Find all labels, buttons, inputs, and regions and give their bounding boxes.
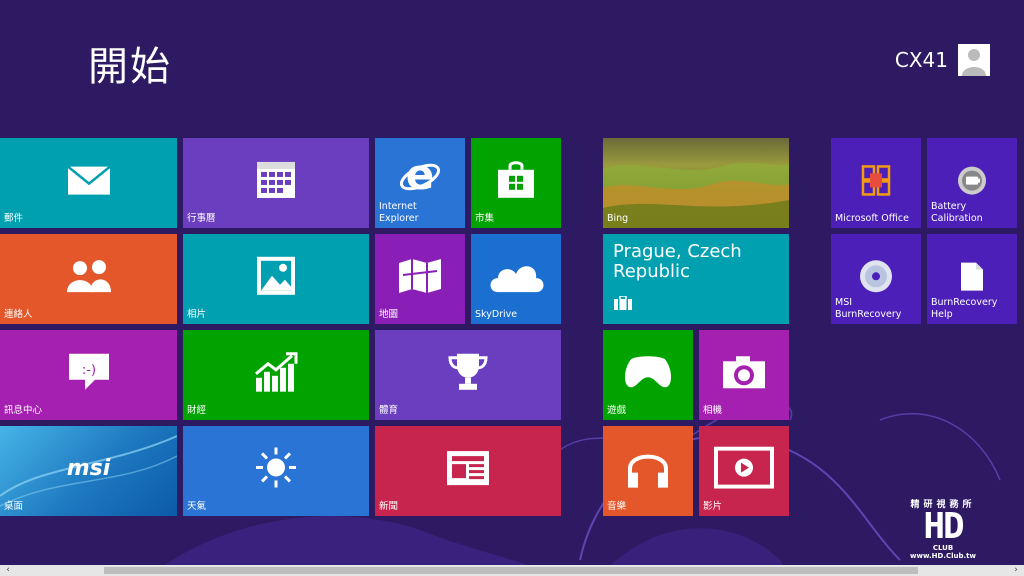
page-title: 開始 — [88, 44, 172, 90]
tile-microsoft-office[interactable]: Microsoft Office — [831, 138, 921, 228]
scroll-left-arrow[interactable]: ‹ — [2, 565, 14, 576]
sun-icon — [254, 445, 298, 489]
watermark-url: www.HD.Club.tw — [910, 552, 976, 560]
tile-news[interactable]: 新聞 — [375, 426, 561, 516]
suitcase-icon — [613, 295, 633, 314]
calendar-icon — [256, 161, 296, 199]
office-icon — [861, 164, 891, 196]
mail-icon — [66, 165, 111, 196]
tile-label: 音樂 — [607, 501, 627, 512]
tile-label: MSI BurnRecovery — [835, 297, 902, 320]
watermark-club: CLUB — [932, 544, 954, 552]
travel-destination: Prague, Czech Republic — [613, 241, 742, 282]
tile-photos[interactable]: 相片 — [183, 234, 369, 324]
tile-skydrive[interactable]: SkyDrive — [471, 234, 561, 324]
tile-label: 影片 — [703, 501, 723, 512]
landscape-image — [603, 162, 789, 228]
tile-label: 天氣 — [187, 501, 207, 512]
scroll-thumb[interactable] — [104, 567, 918, 574]
tile-battery-calibration[interactable]: Battery Calibration — [927, 138, 1017, 228]
messaging-icon: :-) — [67, 352, 111, 392]
tile-internet-explorer[interactable]: e Internet Explorer — [375, 138, 465, 228]
trophy-icon — [447, 352, 489, 392]
tile-label: 連絡人 — [4, 309, 33, 320]
store-bag-icon — [496, 160, 536, 200]
tile-video[interactable]: 影片 — [699, 426, 789, 516]
tile-burnrecovery-help[interactable]: BurnRecovery Help — [927, 234, 1017, 324]
tile-store[interactable]: 市集 — [471, 138, 561, 228]
tile-bing[interactable]: Bing — [603, 138, 789, 228]
scroll-right-arrow[interactable]: › — [1010, 565, 1022, 576]
user-account[interactable]: CX41 — [895, 44, 990, 76]
tile-camera[interactable]: 相機 — [699, 330, 789, 420]
tile-label: 行事曆 — [187, 213, 216, 224]
tile-sports[interactable]: 體育 — [375, 330, 561, 420]
cloud-icon — [486, 258, 546, 294]
msi-logo: msi — [66, 456, 111, 481]
disc-icon — [859, 259, 893, 293]
people-icon — [64, 258, 114, 294]
tile-label: BurnRecovery Help — [931, 297, 998, 320]
horizontal-scrollbar[interactable]: ‹ › — [0, 565, 1024, 576]
tile-msi-burnrecovery[interactable]: MSI BurnRecovery — [831, 234, 921, 324]
tile-label: SkyDrive — [475, 309, 518, 320]
watermark-hd: HD — [923, 506, 964, 547]
headphones-icon — [626, 447, 670, 489]
battery-calibration-icon — [957, 166, 987, 196]
tile-calendar[interactable]: 行事曆 — [183, 138, 369, 228]
camera-icon — [722, 355, 766, 389]
tile-label: Microsoft Office — [835, 213, 909, 224]
video-icon — [714, 446, 774, 489]
tile-people[interactable]: 連絡人 — [0, 234, 177, 324]
game-controller-icon — [623, 355, 673, 389]
internet-explorer-icon: e — [399, 155, 441, 195]
tile-label: 體育 — [379, 405, 399, 416]
tile-music[interactable]: 音樂 — [603, 426, 693, 516]
avatar-icon — [958, 44, 990, 76]
watermark-logo: 精研視務所 HD CLUB www.HD.Club.tw — [910, 497, 976, 560]
tile-label: 遊戲 — [607, 405, 627, 416]
tile-label: 財經 — [187, 405, 207, 416]
tile-travel[interactable]: Prague, Czech Republic — [603, 234, 789, 324]
svg-text::-): :-) — [81, 363, 95, 378]
tile-desktop[interactable]: msi 桌面 — [0, 426, 177, 516]
tile-label: 桌面 — [4, 501, 24, 512]
photos-icon — [256, 256, 296, 296]
tile-weather[interactable]: 天氣 — [183, 426, 369, 516]
tile-label: Bing — [607, 213, 629, 224]
maps-icon — [397, 257, 443, 295]
user-name: CX41 — [894, 48, 948, 72]
tile-label: 訊息中心 — [4, 405, 43, 416]
tile-label: Battery Calibration — [931, 201, 983, 224]
finance-chart-icon — [254, 352, 298, 392]
news-icon — [446, 450, 490, 486]
tile-messaging[interactable]: :-) 訊息中心 — [0, 330, 177, 420]
document-icon — [960, 262, 984, 292]
tile-label: 相片 — [187, 309, 207, 320]
tile-maps[interactable]: 地圖 — [375, 234, 465, 324]
tile-finance[interactable]: 財經 — [183, 330, 369, 420]
tile-games[interactable]: 遊戲 — [603, 330, 693, 420]
tile-label: 郵件 — [4, 213, 24, 224]
tile-label: 市集 — [475, 213, 495, 224]
tile-label: 新聞 — [379, 501, 399, 512]
tile-label: 地圖 — [379, 309, 399, 320]
tile-mail[interactable]: 郵件 — [0, 138, 177, 228]
tile-label: 相機 — [703, 405, 723, 416]
tile-label: Internet Explorer — [379, 201, 419, 224]
